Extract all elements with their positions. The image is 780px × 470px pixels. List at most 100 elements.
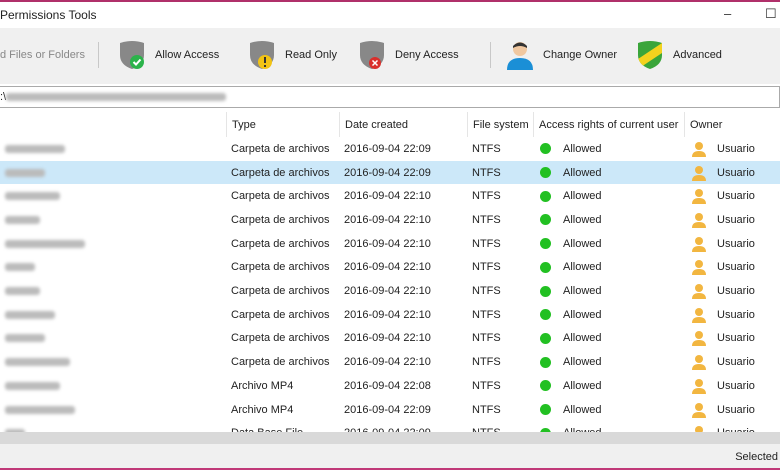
owner-label: Usuario — [717, 237, 755, 250]
add-files-label: d Files or Folders — [0, 49, 85, 61]
cell-access: Allowed — [533, 232, 684, 256]
cell-name — [0, 279, 226, 303]
cell-access: Allowed — [533, 256, 684, 280]
cell-owner: Usuario — [684, 327, 780, 351]
cell-owner: Usuario — [684, 374, 780, 398]
cell-name — [0, 327, 226, 351]
table-row[interactable]: Carpeta de archivos 2016-09-04 22:10 NTF… — [0, 350, 780, 374]
cell-name — [0, 232, 226, 256]
allow-access-button[interactable]: Allow Access — [117, 38, 219, 72]
access-label: Allowed — [563, 356, 602, 369]
owner-user-icon — [692, 260, 706, 276]
status-dot-icon — [540, 309, 551, 321]
owner-label: Usuario — [717, 332, 755, 345]
cell-access: Allowed — [533, 279, 684, 303]
table-row[interactable]: Carpeta de archivos 2016-09-04 22:10 NTF… — [0, 327, 780, 351]
name-redacted — [5, 358, 70, 367]
cell-owner: Usuario — [684, 398, 780, 422]
table-row[interactable]: Carpeta de archivos 2016-09-04 22:09 NTF… — [0, 160, 780, 185]
change-owner-button[interactable]: Change Owner — [505, 38, 617, 72]
cell-owner: Usuario — [684, 279, 780, 303]
read-only-button[interactable]: Read Only — [247, 38, 337, 72]
cell-name — [0, 350, 226, 374]
cell-file-system: NTFS — [472, 379, 501, 392]
cell-access: Allowed — [533, 161, 684, 185]
access-label: Allowed — [563, 213, 602, 226]
cell-name — [0, 137, 226, 161]
owner-user-icon — [692, 212, 706, 228]
access-label: Allowed — [563, 190, 602, 203]
owner-label: Usuario — [717, 403, 755, 416]
window-title: Permissions Tools — [0, 8, 97, 22]
cell-access: Allowed — [533, 327, 684, 351]
access-label: Allowed — [563, 166, 602, 179]
access-label: Allowed — [563, 308, 602, 321]
owner-user-icon — [692, 378, 706, 394]
cell-file-system: NTFS — [472, 285, 501, 298]
header-owner[interactable]: Owner — [684, 112, 780, 137]
owner-label: Usuario — [717, 213, 755, 226]
cell-owner: Usuario — [684, 303, 780, 327]
status-dot-icon — [540, 167, 551, 179]
status-dot-icon — [540, 143, 551, 155]
cell-name — [0, 161, 226, 185]
access-label: Allowed — [563, 261, 602, 274]
allow-access-label: Allow Access — [155, 49, 220, 61]
header-file-system[interactable]: File system — [467, 112, 533, 137]
table-row[interactable]: Carpeta de archivos 2016-09-04 22:10 NTF… — [0, 256, 780, 280]
minimize-button[interactable]: – — [724, 6, 731, 21]
owner-user-icon — [692, 189, 706, 205]
name-redacted — [5, 381, 60, 390]
table-row[interactable]: Carpeta de archivos 2016-09-04 22:10 NTF… — [0, 232, 780, 256]
cell-type: Data Base File — [226, 421, 339, 432]
cell-file-system: NTFS — [472, 332, 501, 345]
table-row[interactable]: Carpeta de archivos 2016-09-04 22:10 NTF… — [0, 184, 780, 208]
toolbar-separator — [490, 42, 491, 68]
cell-name — [0, 208, 226, 232]
horizontal-scrollbar[interactable] — [0, 432, 780, 444]
table-row[interactable]: Archivo MP4 2016-09-04 22:08 NTFS Allowe… — [0, 374, 780, 398]
table-row[interactable]: Data Base File 2016-09-04 22:09 NTFS All… — [0, 421, 780, 432]
cell-date: 2016-09-04 22:10 — [344, 237, 431, 250]
cell-date: 2016-09-04 22:09 — [339, 421, 467, 432]
table-row[interactable]: Carpeta de archivos 2016-09-04 22:10 NTF… — [0, 303, 780, 327]
cell-name — [0, 421, 226, 432]
table-row[interactable]: Carpeta de archivos 2016-09-04 22:09 NTF… — [0, 137, 780, 161]
cell-owner: Usuario — [684, 256, 780, 280]
header-access-rights[interactable]: Access rights of current user — [533, 112, 684, 137]
cell-type: Carpeta de archivos — [231, 190, 330, 203]
owner-user-icon — [695, 426, 703, 432]
status-dot-icon — [540, 238, 551, 250]
cell-date: 2016-09-04 22:08 — [344, 379, 431, 392]
table-row[interactable]: Carpeta de archivos 2016-09-04 22:10 NTF… — [0, 279, 780, 303]
owner-user-icon — [692, 284, 706, 300]
name-redacted — [5, 239, 85, 248]
cell-date: 2016-09-04 22:10 — [344, 261, 431, 274]
deny-access-button[interactable]: Deny Access — [357, 38, 459, 72]
shield-check-icon — [120, 41, 144, 69]
add-files-button[interactable]: d Files or Folders — [0, 38, 85, 72]
header-date-created[interactable]: Date created — [339, 112, 467, 137]
table-row[interactable]: Archivo MP4 2016-09-04 22:09 NTFS Allowe… — [0, 398, 780, 422]
cell-type: Carpeta de archivos — [231, 166, 330, 179]
header-name[interactable] — [0, 112, 226, 137]
status-dot-icon — [540, 190, 551, 202]
cell-owner: Usuario — [684, 184, 780, 208]
table-row[interactable]: Carpeta de archivos 2016-09-04 22:10 NTF… — [0, 208, 780, 232]
read-only-label: Read Only — [285, 49, 337, 61]
cell-name — [0, 303, 226, 327]
owner-label: Usuario — [717, 379, 755, 392]
status-dot-icon — [540, 214, 551, 226]
maximize-button[interactable]: ☐ — [765, 6, 777, 22]
cell-date: 2016-09-04 22:10 — [344, 308, 431, 321]
header-type[interactable]: Type — [226, 112, 339, 137]
owner-label: Usuario — [717, 356, 755, 369]
cell-date: 2016-09-04 22:10 — [344, 332, 431, 345]
status-dot-icon — [540, 332, 551, 344]
cell-type: Carpeta de archivos — [231, 285, 330, 298]
owner-user-icon — [692, 236, 706, 252]
access-label: Allowed — [563, 285, 602, 298]
cell-name — [0, 256, 226, 280]
path-field[interactable]: :\ — [0, 86, 780, 108]
advanced-button[interactable]: Advanced — [635, 38, 722, 72]
